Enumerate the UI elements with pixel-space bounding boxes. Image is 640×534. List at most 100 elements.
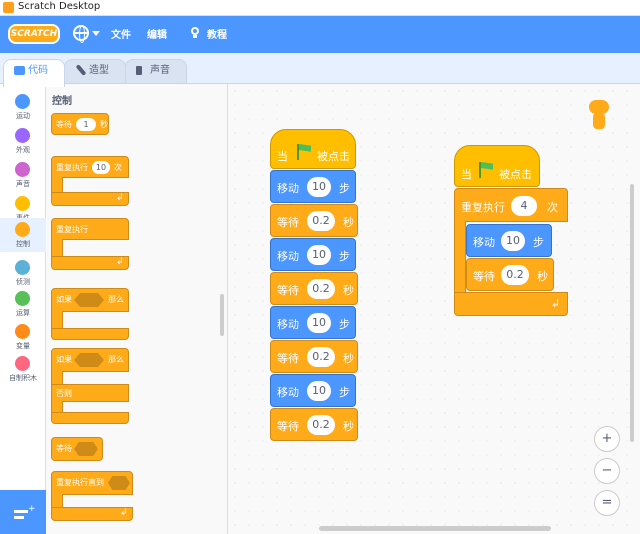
category-variables[interactable]: 变量	[0, 320, 46, 354]
else-bar: 否则	[51, 384, 129, 402]
script-area[interactable]: 当 被点击 移动 10 步 等待 0.2 秒 移动 10 步 等待 0.2 秒 …	[228, 84, 640, 534]
wait-block[interactable]: 等待 0.2 秒	[270, 340, 358, 373]
tab-sounds[interactable]: 声音	[125, 59, 187, 85]
category-label: 控制	[16, 240, 30, 248]
block-label: 等待	[277, 420, 299, 433]
move-block[interactable]: 移动 10 步	[270, 238, 356, 271]
block-input[interactable]: 10	[307, 177, 331, 197]
category-dot	[15, 260, 30, 275]
category-sound[interactable]: 声音	[0, 158, 46, 192]
block-label: 移动	[473, 236, 495, 249]
block-input[interactable]: 1	[76, 118, 96, 131]
block-input[interactable]: 4	[511, 196, 537, 216]
block-label: 重复执行	[56, 163, 88, 172]
globe-icon[interactable]	[73, 25, 89, 43]
block-input[interactable]: 0.2	[307, 211, 335, 231]
block-label: 等待	[277, 216, 299, 229]
when-flag-clicked-block[interactable]: 当 被点击	[270, 129, 356, 169]
category-my-blocks[interactable]: 自制积木	[0, 352, 46, 386]
block-input[interactable]: 10	[501, 231, 525, 251]
palette-scrollbar[interactable]	[220, 294, 224, 336]
chevron-down-icon[interactable]	[92, 31, 100, 36]
scratch-logo[interactable]: SCRATCH	[8, 24, 60, 44]
category-label: 运动	[16, 112, 30, 120]
palette-wait-until-block[interactable]: 等待	[51, 437, 103, 461]
move-block[interactable]: 移动 10 步	[466, 224, 552, 257]
category-control[interactable]: 控制	[0, 218, 46, 252]
vertical-scrollbar[interactable]	[630, 184, 634, 442]
move-block[interactable]: 移动 10 步	[270, 170, 356, 203]
category-menu: 运动 外观 声音 事件 控制 侦测 运算 变量 自制积木 +	[0, 84, 46, 534]
block-input[interactable]: 10	[92, 161, 110, 174]
move-block[interactable]: 移动 10 步	[270, 306, 356, 339]
block-input[interactable]: 0.2	[307, 279, 335, 299]
c-block-foot	[51, 328, 129, 340]
zoom-reset-button[interactable]: =	[594, 490, 620, 516]
file-menu[interactable]: 文件	[111, 26, 131, 41]
boolean-slot[interactable]	[74, 293, 104, 307]
block-label: 被点击	[317, 150, 350, 163]
horizontal-scrollbar[interactable]	[319, 526, 551, 531]
category-label: 变量	[16, 342, 30, 350]
block-input[interactable]: 10	[307, 381, 331, 401]
palette-repeat-until-block[interactable]: 重复执行直到	[51, 471, 133, 495]
code-icon	[14, 66, 25, 75]
app-icon	[3, 2, 14, 13]
when-flag-clicked-block[interactable]: 当 被点击	[454, 145, 540, 187]
wait-block[interactable]: 等待 0.2 秒	[270, 272, 358, 305]
block-label: 当	[461, 168, 472, 181]
c-block-arm	[51, 371, 63, 385]
category-label: 自制积木	[9, 374, 37, 382]
palette-wait-block[interactable]: 等待 1 秒	[51, 113, 109, 135]
block-label: 步	[339, 182, 350, 195]
c-block-foot: ↲	[51, 192, 129, 206]
brush-icon	[75, 64, 87, 76]
category-motion[interactable]: 运动	[0, 90, 46, 124]
zoom-in-button[interactable]: +	[594, 426, 620, 452]
category-sensing[interactable]: 侦测	[0, 256, 46, 290]
tab-code[interactable]: 代码	[3, 59, 65, 87]
speaker-icon	[136, 66, 142, 75]
lightbulb-icon[interactable]	[189, 25, 201, 39]
loop-arrow-icon: ↲	[116, 257, 124, 267]
category-dot	[15, 196, 30, 211]
block-label: 等待	[277, 284, 299, 297]
boolean-slot[interactable]	[108, 476, 130, 490]
palette-if-else-block[interactable]: 如果 那么	[51, 348, 129, 372]
block-input[interactable]: 0.2	[307, 347, 335, 367]
block-label: 等待	[56, 444, 72, 453]
palette-section-title: 控制	[52, 96, 72, 107]
wait-block[interactable]: 等待 0.2 秒	[270, 408, 358, 441]
palette-repeat-block[interactable]: 重复执行 10 次	[51, 156, 129, 178]
block-input[interactable]: 0.2	[501, 265, 529, 285]
wait-block[interactable]: 等待 0.2 秒	[466, 258, 554, 291]
block-label: 否则	[56, 389, 72, 398]
category-looks[interactable]: 外观	[0, 124, 46, 158]
block-input[interactable]: 10	[307, 313, 331, 333]
palette-if-then-block[interactable]: 如果 那么	[51, 288, 129, 312]
workspace: 运动 外观 声音 事件 控制 侦测 运算 变量 自制积木 + 控制 等待 1 秒…	[0, 83, 640, 534]
block-label: 步	[339, 250, 350, 263]
block-label: 如果	[56, 355, 72, 364]
wait-block[interactable]: 等待 0.2 秒	[270, 204, 358, 237]
repeat-block[interactable]: 重复执行 4 次	[454, 188, 568, 222]
move-block[interactable]: 移动 10 步	[270, 374, 356, 407]
zoom-out-button[interactable]: −	[594, 458, 620, 484]
block-label: 移动	[277, 250, 299, 263]
block-label: 被点击	[499, 168, 532, 181]
boolean-slot[interactable]	[74, 442, 98, 456]
add-extension-button[interactable]: +	[0, 490, 46, 534]
block-input[interactable]: 0.2	[307, 415, 335, 435]
boolean-slot[interactable]	[74, 353, 104, 367]
c-block-foot: ↲	[51, 256, 129, 270]
block-palette: 控制 等待 1 秒 重复执行 10 次 ↲ 重复执行 ↲ 如果 那么 如果 那么…	[46, 84, 228, 534]
tab-costumes[interactable]: 造型	[64, 59, 126, 85]
category-operators[interactable]: 运算	[0, 287, 46, 321]
tutorials-menu[interactable]: 教程	[207, 26, 227, 41]
editor-tabs: 代码 造型 声音	[0, 53, 640, 87]
block-label: 秒	[343, 352, 354, 365]
edit-menu[interactable]: 编辑	[147, 26, 167, 41]
block-input[interactable]: 10	[307, 245, 331, 265]
block-label: 重复执行	[56, 225, 88, 234]
palette-forever-block[interactable]: 重复执行	[51, 218, 129, 240]
